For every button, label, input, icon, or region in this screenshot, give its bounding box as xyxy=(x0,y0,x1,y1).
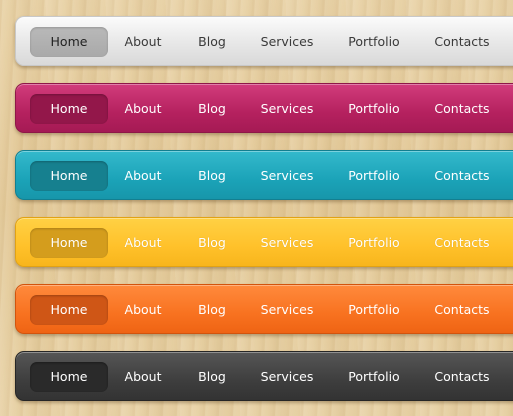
nav-item-services[interactable]: Services xyxy=(261,94,314,124)
nav-item-about[interactable]: About xyxy=(125,27,162,57)
nav-item-contacts[interactable]: Contacts xyxy=(434,161,489,191)
nav-item-portfolio[interactable]: Portfolio xyxy=(348,161,399,191)
nav-item-contacts[interactable]: Contacts xyxy=(434,295,489,325)
nav-item-portfolio[interactable]: Portfolio xyxy=(348,295,399,325)
nav-item-portfolio[interactable]: Portfolio xyxy=(348,228,399,258)
nav-item-about[interactable]: About xyxy=(125,161,162,191)
nav-item-services[interactable]: Services xyxy=(261,362,314,392)
nav-item-portfolio[interactable]: Portfolio xyxy=(348,94,399,124)
nav-item-home[interactable]: Home xyxy=(30,228,108,258)
nav-item-blog[interactable]: Blog xyxy=(198,94,226,124)
nav-bar-magenta: Home About Blog Services Portfolio Conta… xyxy=(15,83,513,133)
nav-item-services[interactable]: Services xyxy=(261,161,314,191)
nav-item-home[interactable]: Home xyxy=(30,295,108,325)
nav-item-blog[interactable]: Blog xyxy=(198,295,226,325)
nav-item-blog[interactable]: Blog xyxy=(198,228,226,258)
nav-item-contacts[interactable]: Contacts xyxy=(434,362,489,392)
nav-item-home[interactable]: Home xyxy=(30,362,108,392)
nav-item-about[interactable]: About xyxy=(125,94,162,124)
nav-item-about[interactable]: About xyxy=(125,362,162,392)
nav-bar-gray: Home About Blog Services Portfolio Conta… xyxy=(15,16,513,66)
nav-bar-dark: Home About Blog Services Portfolio Conta… xyxy=(15,351,513,401)
nav-item-blog[interactable]: Blog xyxy=(198,27,226,57)
nav-item-services[interactable]: Services xyxy=(261,228,314,258)
nav-item-home[interactable]: Home xyxy=(30,94,108,124)
nav-item-contacts[interactable]: Contacts xyxy=(434,27,489,57)
nav-bar-orange: Home About Blog Services Portfolio Conta… xyxy=(15,284,513,334)
nav-bar-yellow: Home About Blog Services Portfolio Conta… xyxy=(15,217,513,267)
nav-item-about[interactable]: About xyxy=(125,295,162,325)
nav-item-contacts[interactable]: Contacts xyxy=(434,228,489,258)
nav-item-portfolio[interactable]: Portfolio xyxy=(348,27,399,57)
nav-item-blog[interactable]: Blog xyxy=(198,161,226,191)
nav-item-portfolio[interactable]: Portfolio xyxy=(348,362,399,392)
nav-item-services[interactable]: Services xyxy=(261,27,314,57)
nav-item-home[interactable]: Home xyxy=(30,161,108,191)
nav-item-contacts[interactable]: Contacts xyxy=(434,94,489,124)
nav-item-about[interactable]: About xyxy=(125,228,162,258)
nav-item-home[interactable]: Home xyxy=(30,27,108,57)
nav-item-services[interactable]: Services xyxy=(261,295,314,325)
nav-item-blog[interactable]: Blog xyxy=(198,362,226,392)
nav-bar-teal: Home About Blog Services Portfolio Conta… xyxy=(15,150,513,200)
